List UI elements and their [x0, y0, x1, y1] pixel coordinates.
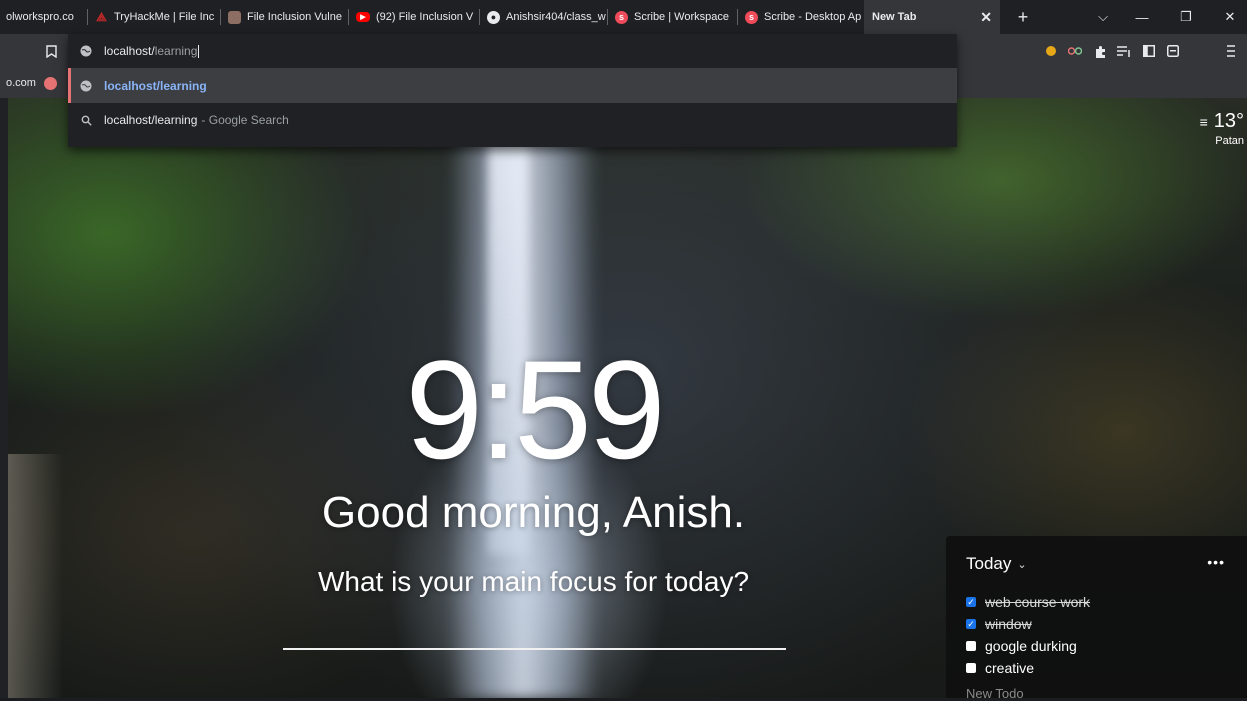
bookmark-favicon-icon[interactable]: [43, 76, 57, 90]
close-window-button[interactable]: ✕: [1213, 0, 1247, 34]
omnibox-suggestion[interactable]: localhost/learning - Google Search: [68, 103, 957, 137]
weather-cloud-icon: ≡: [1199, 113, 1208, 130]
todo-list-selector[interactable]: Today ⌄: [966, 554, 1027, 574]
reading-list-icon[interactable]: [1113, 34, 1135, 68]
todo-checkbox[interactable]: [966, 641, 976, 651]
suggestion-text: localhost/learning: [104, 78, 207, 93]
suggestion-text: localhost/learning: [104, 113, 198, 127]
tab[interactable]: s Scribe | Workspace: [608, 0, 738, 34]
youtube-icon: ▶: [356, 12, 370, 22]
tab-new-tab-active[interactable]: New Tab ✕: [864, 0, 1000, 34]
text-cursor: [198, 44, 200, 58]
minimize-button[interactable]: —: [1125, 0, 1159, 34]
github-icon: ●: [487, 10, 500, 24]
tab[interactable]: ● Anishsir404/class_w: [480, 0, 608, 34]
omnibox-autocomplete-text: learning: [154, 44, 198, 58]
tryhackme-icon: ⟁: [96, 9, 107, 24]
tab[interactable]: File Inclusion Vulne: [221, 0, 349, 34]
omnibox-typed-text: localhost/: [104, 44, 155, 58]
bookmark-icon[interactable]: [40, 34, 62, 68]
tab[interactable]: s Scribe - Desktop Ap: [738, 0, 864, 34]
tab-strip: olworkspro.co ⟁ TryHackMe | File Inc Fil…: [0, 0, 1247, 34]
todo-panel: Today ⌄ ••• ✓ web course work ✓ window g…: [946, 536, 1247, 701]
menu-icon[interactable]: [1220, 34, 1242, 68]
todo-item-text: web course work: [985, 594, 1091, 610]
todo-list: ✓ web course work ✓ window google durkin…: [966, 591, 1090, 679]
weather-location: Patan: [1215, 135, 1244, 147]
omnibox-dropdown: localhost/learning localhost/learning lo…: [68, 34, 957, 147]
clock: 9:59: [405, 331, 665, 488]
weather-widget[interactable]: ≡ 13° Patan: [1180, 110, 1244, 147]
todo-checkbox[interactable]: ✓: [966, 619, 976, 629]
todo-list-title: Today: [966, 554, 1012, 573]
greeting: Good morning, Anish.: [321, 488, 746, 537]
tab[interactable]: olworkspro.co: [0, 0, 88, 34]
todo-item-text: google durking: [985, 638, 1077, 654]
new-tab-button[interactable]: +: [1010, 0, 1036, 34]
omnibox-suggestion[interactable]: localhost/learning: [68, 68, 957, 103]
scribe-icon: s: [745, 10, 758, 24]
tab[interactable]: ⟁ TryHackMe | File Inc: [88, 0, 221, 34]
globe-icon: [68, 80, 104, 92]
tab-search-icon[interactable]: ⌵: [1086, 0, 1120, 34]
profile-icon[interactable]: [1162, 34, 1184, 68]
todo-checkbox[interactable]: ✓: [966, 597, 976, 607]
close-tab-icon[interactable]: ✕: [980, 9, 992, 26]
todo-checkbox[interactable]: [966, 663, 976, 673]
search-icon: [68, 115, 104, 126]
weather-temperature: 13°: [1213, 110, 1244, 132]
suggestion-subtext: - Google Search: [201, 113, 289, 127]
todo-item: creative: [966, 657, 1090, 679]
extension-glasses-icon[interactable]: [1064, 34, 1086, 68]
new-todo-input[interactable]: New Todo: [966, 686, 1024, 701]
chevron-down-icon: ⌄: [1017, 558, 1027, 571]
extensions-puzzle-icon[interactable]: [1089, 34, 1111, 68]
todo-item-text: creative: [985, 660, 1035, 676]
todo-item: ✓ web course work: [966, 591, 1090, 613]
extension-icon[interactable]: [1040, 34, 1062, 68]
todo-item: ✓ window: [966, 613, 1090, 635]
bookmark-item[interactable]: o.com: [6, 77, 36, 89]
more-options-icon[interactable]: •••: [1207, 554, 1225, 570]
tab[interactable]: ▶ (92) File Inclusion V: [349, 0, 480, 34]
restore-button[interactable]: ❐: [1169, 0, 1203, 34]
todo-item-text: window: [985, 616, 1032, 632]
selection-indicator: [68, 68, 71, 103]
address-bar[interactable]: localhost/learning: [68, 34, 957, 68]
focus-question: What is your main focus for today?: [317, 566, 750, 597]
side-panel-icon[interactable]: [1138, 34, 1160, 68]
focus-input[interactable]: [283, 648, 786, 650]
globe-icon: [68, 45, 104, 57]
page-icon: [228, 10, 241, 24]
scribe-icon: s: [615, 10, 628, 24]
todo-item: google durking: [966, 635, 1090, 657]
